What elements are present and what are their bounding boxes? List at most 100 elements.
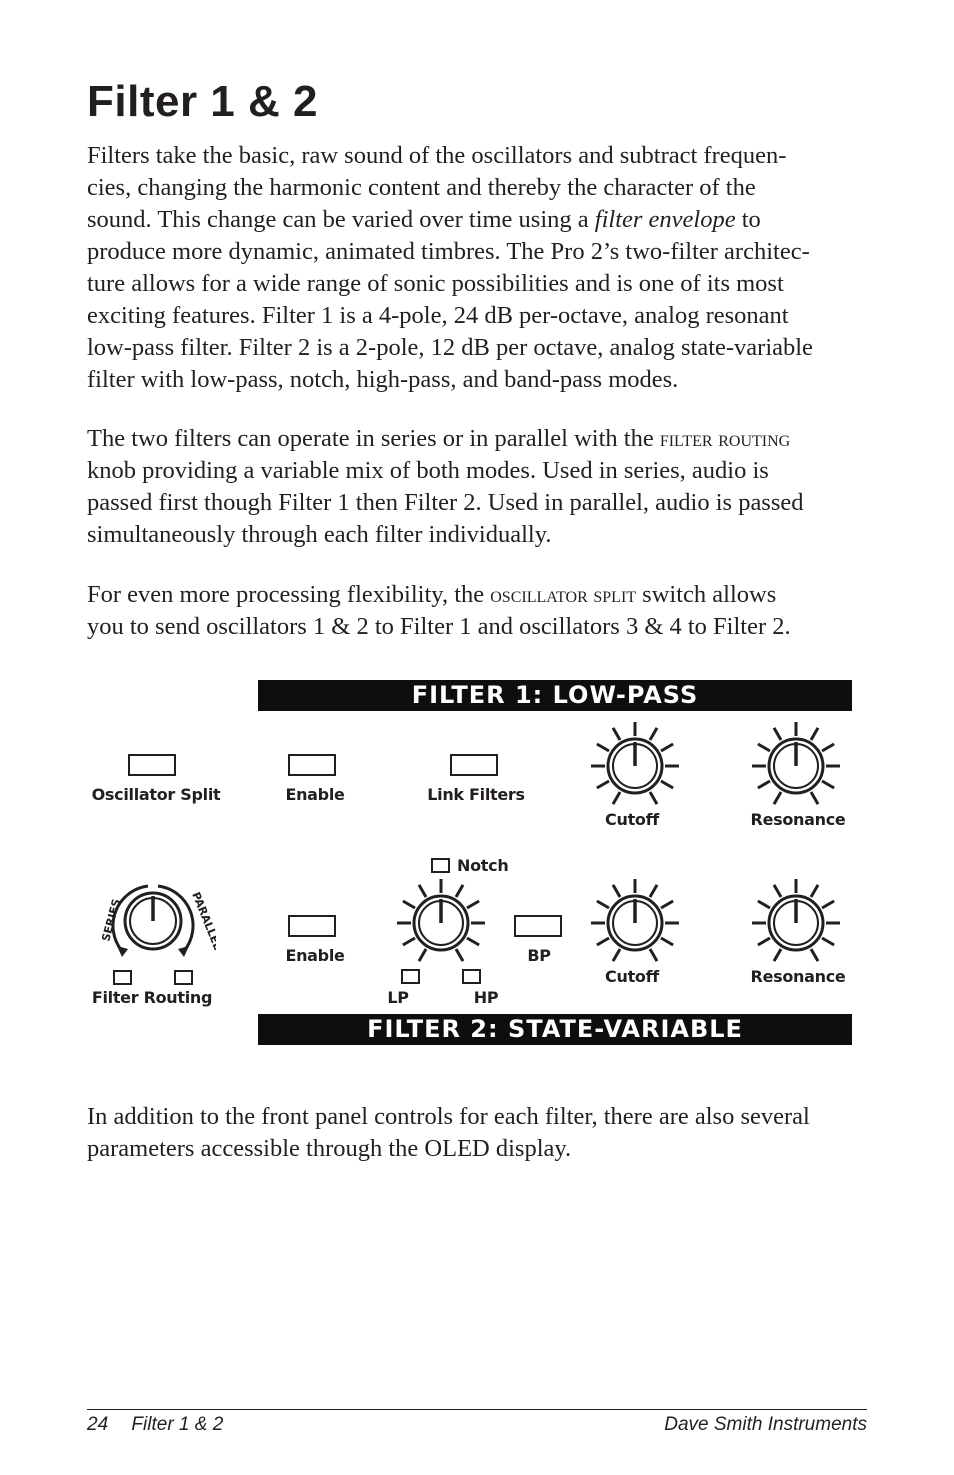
filter1-resonance-knob[interactable]: [750, 720, 842, 812]
knob-tick: [611, 791, 622, 805]
knob-tick: [402, 936, 416, 947]
filter-routing-label: Filter Routing: [91, 988, 213, 1007]
knob-tick: [596, 936, 610, 947]
emphasis: filter envelope: [594, 206, 736, 233]
text-line: sound. This change can be varied over ti…: [87, 206, 761, 233]
bp-label: BP: [527, 946, 551, 965]
filter2-mode-knob[interactable]: [395, 877, 487, 969]
footer-divider: [87, 1409, 867, 1410]
footer-publisher: Dave Smith Instruments: [664, 1414, 867, 1435]
bp-button[interactable]: [514, 915, 562, 937]
text-line: filter with low-pass, notch, high-pass, …: [87, 366, 679, 393]
text-line: For even more processing flexibility, th…: [87, 581, 777, 608]
filter1-cutoff-label: Cutoff: [605, 810, 659, 829]
filter-routing-knob[interactable]: SERIES PARALLEL: [92, 876, 216, 968]
knob-tick: [809, 948, 820, 962]
knob-tick: [821, 899, 835, 910]
knob-tick: [772, 791, 783, 805]
knob-tick: [596, 742, 610, 753]
page-number: 24: [87, 1414, 109, 1435]
filter1-enable-label: Enable: [285, 785, 345, 804]
filter2-banner: FILTER 2: STATE-VARIABLE: [258, 1014, 852, 1045]
filter2-cutoff-label: Cutoff: [605, 967, 659, 986]
knob-tick: [772, 727, 783, 741]
text-line: In addition to the front panel controls …: [87, 1103, 810, 1130]
series-led: [113, 970, 132, 985]
knob-tick: [821, 779, 835, 790]
knob-tick: [454, 884, 465, 898]
knob-tick: [611, 948, 622, 962]
lp-led: [401, 969, 420, 984]
filter2-cutoff-knob[interactable]: [589, 877, 681, 969]
notch-led: [431, 858, 450, 873]
knob-tick: [772, 884, 783, 898]
knob-tick: [648, 884, 659, 898]
knob-tick: [757, 936, 771, 947]
filter2-enable-label: Enable: [285, 946, 345, 965]
knob-tick: [417, 948, 428, 962]
control-name: Filter Routing: [659, 426, 791, 451]
oscillator-split-button[interactable]: [128, 754, 176, 776]
filter1-enable-button[interactable]: [288, 754, 336, 776]
hp-led: [462, 969, 481, 984]
knob-tick: [596, 779, 610, 790]
knob-tick: [772, 948, 783, 962]
intro-paragraph: Filters take the basic, raw sound of the…: [87, 140, 877, 396]
knob-tick: [611, 884, 622, 898]
footer-left: 24 Filter 1 & 2: [87, 1413, 223, 1437]
oled-paragraph: In addition to the front panel controls …: [87, 1101, 877, 1165]
filter1-resonance-label: Resonance: [750, 810, 846, 829]
filter2-resonance-label: Resonance: [750, 967, 846, 986]
filter1-cutoff-knob[interactable]: [589, 720, 681, 812]
control-name: Oscillator Split: [490, 582, 637, 607]
hp-label: HP: [473, 988, 499, 1007]
knob-tick: [660, 936, 674, 947]
knob-tick: [809, 727, 820, 741]
knob-tick: [660, 899, 674, 910]
knob-tick: [660, 742, 674, 753]
oscillator-split-label: Oscillator Split: [91, 785, 221, 804]
link-filters-label: Link Filters: [427, 785, 525, 804]
knob-tick: [648, 948, 659, 962]
knob-tick: [660, 779, 674, 790]
routing-paragraph: The two filters can operate in series or…: [87, 423, 877, 551]
text-line: ture allows for a wide range of sonic po…: [87, 270, 784, 297]
knob-tick: [757, 779, 771, 790]
lp-label: LP: [387, 988, 409, 1007]
text-line: produce more dynamic, animated timbres. …: [87, 238, 810, 265]
knob-tick: [454, 948, 465, 962]
knob-tick: [466, 936, 480, 947]
filter2-resonance-knob[interactable]: [750, 877, 842, 969]
knob-tick: [402, 899, 416, 910]
text-line: exciting features. Filter 1 is a 4-pole,…: [87, 302, 789, 329]
text-line: The two filters can operate in series or…: [87, 425, 791, 452]
knob-tick: [809, 791, 820, 805]
knob-tick: [611, 727, 622, 741]
knob-tick: [757, 742, 771, 753]
knob-tick: [821, 742, 835, 753]
knob-tick: [648, 727, 659, 741]
text-line: passed first though Filter 1 then Filter…: [87, 489, 804, 516]
knob-tick: [466, 899, 480, 910]
parallel-led: [174, 970, 193, 985]
link-filters-button[interactable]: [450, 754, 498, 776]
text-line: cies, changing the harmonic content and …: [87, 174, 756, 201]
footer-section: Filter 1 & 2: [131, 1414, 224, 1435]
text-line: simultaneously through each filter indiv…: [87, 521, 552, 548]
text-line: you to send oscillators 1 & 2 to Filter …: [87, 613, 791, 640]
notch-label: Notch: [457, 856, 509, 875]
knob-tick: [821, 936, 835, 947]
text-line: parameters accessible through the OLED d…: [87, 1135, 572, 1162]
knob-tick: [596, 899, 610, 910]
series-label: SERIES: [99, 897, 123, 942]
filter2-enable-button[interactable]: [288, 915, 336, 937]
page-title: Filter 1 & 2: [87, 77, 318, 126]
knob-tick: [757, 899, 771, 910]
knob-tick: [417, 884, 428, 898]
text-line: low-pass filter. Filter 2 is a 2-pole, 1…: [87, 334, 813, 361]
oscillator-split-paragraph: For even more processing flexibility, th…: [87, 579, 877, 643]
knob-tick: [809, 884, 820, 898]
text-line: knob providing a variable mix of both mo…: [87, 457, 769, 484]
filter1-banner: FILTER 1: LOW-PASS: [258, 680, 852, 711]
text-line: Filters take the basic, raw sound of the…: [87, 142, 787, 169]
